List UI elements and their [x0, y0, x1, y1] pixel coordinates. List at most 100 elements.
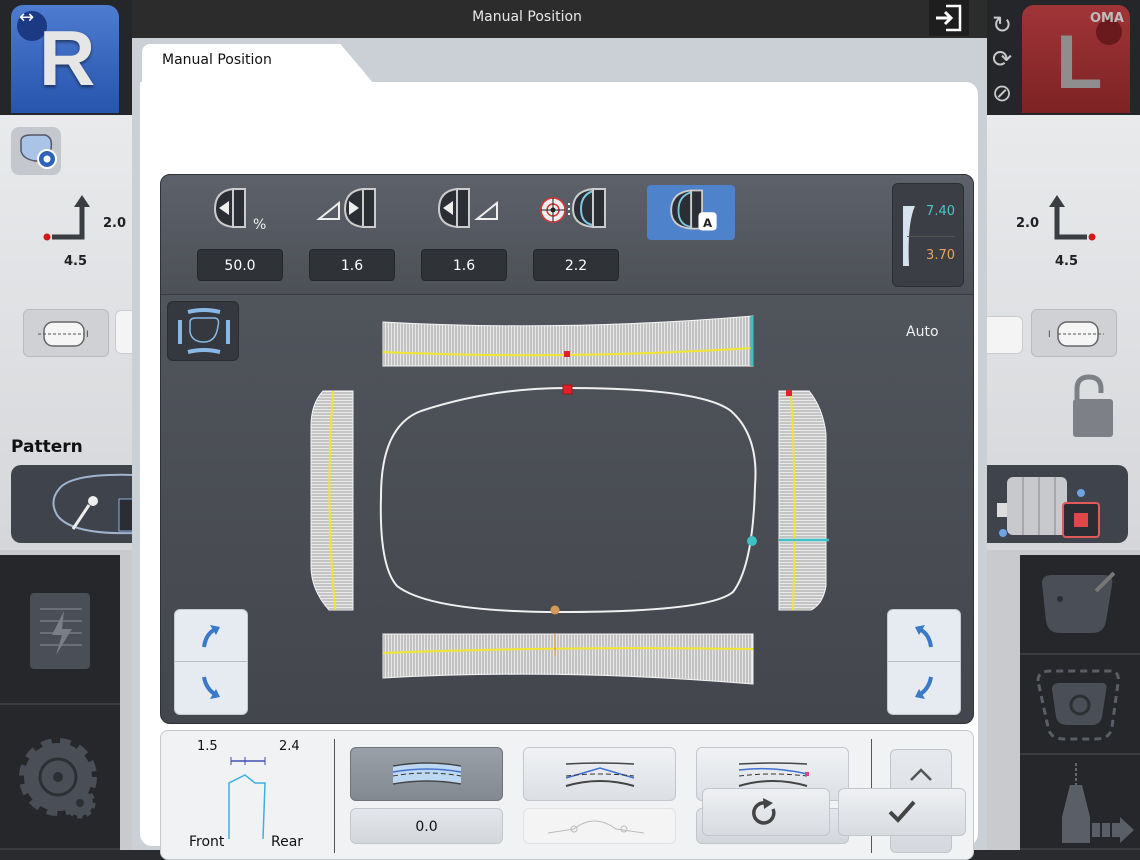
svg-text:%: %	[253, 217, 266, 233]
edge-bevel-icon	[738, 762, 809, 787]
left-offset-x: 4.5	[64, 254, 88, 269]
bevel-type-normal[interactable]	[350, 747, 503, 801]
swap-arrows-icon[interactable]: ↔	[19, 7, 34, 28]
reset-icon	[752, 798, 776, 825]
left-height-button[interactable]: I	[23, 309, 109, 357]
dialog-title: Manual Position	[472, 9, 582, 25]
offset-arrow-icon-right	[1049, 195, 1096, 241]
no-rotate-icon[interactable]: ⊘	[985, 76, 1019, 110]
quick-job-button[interactable]	[0, 555, 120, 705]
tool-arrow-icon	[1062, 763, 1134, 843]
flip-icon[interactable]: ↻	[985, 8, 1019, 42]
pattern-tracer-icon	[52, 473, 136, 535]
bevel-percent-icon: %	[213, 187, 266, 233]
rear-label: Rear	[271, 834, 304, 850]
thickness-indicator: 7.40 3.70	[892, 183, 964, 287]
outline-bottom-marker	[550, 605, 560, 615]
thickness-divider	[907, 236, 955, 237]
tool-bevel-percent[interactable]: %	[197, 183, 289, 233]
top-marker	[564, 351, 570, 357]
bevel-percent-value[interactable]: 50.0	[197, 249, 283, 281]
right-height-button[interactable]: I	[1031, 309, 1117, 357]
svg-text:I: I	[1048, 330, 1051, 340]
bevel-front-icon	[316, 187, 376, 229]
rotate-cw-down-button[interactable]	[175, 662, 247, 714]
bevel-toolbar: % 50.0 1.6 1.6 2.2 A 7.40 3.70	[161, 175, 973, 295]
tool-eject-button[interactable]	[1020, 755, 1140, 850]
rear-thickness: 3.70	[926, 248, 955, 263]
rotate-ccw-up-button[interactable]	[888, 610, 960, 662]
manual-position-dialog: Manual Position Manual Position % 50.0 1…	[132, 0, 987, 860]
divider	[334, 739, 335, 853]
dialog-titlebar: Manual Position	[132, 0, 987, 38]
exit-button[interactable]	[929, 0, 969, 36]
right-eye-label: R	[39, 14, 96, 102]
right-rotate-control	[887, 609, 961, 715]
settings-button[interactable]	[0, 705, 120, 850]
rotate-cw-up-button[interactable]	[175, 610, 247, 662]
outline-top-marker	[562, 384, 573, 395]
tool-bevel-auto[interactable]: A	[647, 185, 735, 240]
pattern-button[interactable]	[11, 465, 136, 543]
peak-bevel-curve	[523, 808, 676, 844]
spindle-icon	[997, 477, 1100, 538]
peak-curve-icon	[547, 820, 645, 834]
confirm-button[interactable]	[838, 788, 966, 836]
right-offset-y: 2.0	[1016, 216, 1040, 231]
normal-bevel-icon	[392, 762, 461, 785]
tool-bevel-rear[interactable]	[421, 183, 513, 233]
pattern-label: Pattern	[11, 437, 83, 457]
bevel-rear-value[interactable]: 1.6	[421, 249, 507, 281]
bevel-type-peak[interactable]	[523, 747, 676, 801]
spindle-stop-button[interactable]	[985, 465, 1128, 543]
right-input-edge[interactable]	[985, 316, 1023, 354]
lens-shape-button[interactable]	[11, 127, 61, 175]
check-icon	[888, 800, 916, 823]
bevel-dimension-info: 1.5 2.4 Front Rear	[161, 731, 331, 859]
bevel-front-value[interactable]: 1.6	[309, 249, 395, 281]
lens-height-icon: I	[38, 321, 89, 347]
tool-bevel-target[interactable]	[533, 183, 625, 233]
right-eye-button[interactable]: ↔ R	[11, 5, 119, 113]
chevron-up-icon	[910, 768, 932, 781]
drill-hole-button[interactable]	[1020, 655, 1140, 755]
front-thickness: 7.40	[926, 204, 955, 219]
settings-gear-icon	[19, 738, 97, 819]
bevel-rear-icon	[437, 187, 498, 229]
right-top-marker	[786, 390, 792, 396]
reset-button[interactable]	[702, 788, 830, 836]
outline-right-marker	[747, 536, 757, 546]
lens-drawing[interactable]	[161, 296, 973, 724]
rear-distance: 2.4	[279, 739, 300, 754]
curved-arrow-down-icon	[202, 676, 220, 699]
left-eye-button[interactable]: OMA L	[1022, 5, 1130, 113]
left-rotate-control	[174, 609, 248, 715]
front-distance: 1.5	[197, 739, 218, 754]
lens-shape-canvas[interactable]: Auto	[161, 296, 973, 724]
bevel-profile-diagram	[228, 757, 266, 839]
peak-bevel-icon	[565, 762, 634, 787]
mode-icons: ↻ ⟳ ⊘	[985, 8, 1019, 110]
right-offset-x: 4.5	[1055, 254, 1079, 269]
lens-outline	[379, 386, 757, 614]
curved-arrow-up-left-icon	[915, 624, 933, 647]
bottom-bevel-profile	[382, 633, 754, 685]
exit-icon	[936, 4, 962, 32]
tab-manual-position[interactable]: Manual Position	[142, 44, 342, 84]
offset-arrow-icon	[43, 195, 90, 241]
frame-resize-icon	[1042, 571, 1116, 633]
tool-bevel-front[interactable]	[309, 183, 401, 233]
curved-arrow-down-left-icon	[915, 676, 933, 699]
rotate-ccw-down-button[interactable]	[888, 662, 960, 714]
normal-bevel-value[interactable]: 0.0	[350, 808, 503, 844]
svg-text:I: I	[86, 330, 89, 340]
job-list-icon	[30, 593, 90, 669]
auto-bevel-icon: A	[670, 189, 717, 231]
bevel-target-value[interactable]: 2.2	[533, 249, 619, 281]
drill-frame-icon	[1036, 669, 1120, 741]
tab-label: Manual Position	[162, 52, 272, 68]
lens-height-icon: I	[1048, 321, 1104, 347]
unlock-icon[interactable]	[1071, 373, 1115, 439]
rotate-icon[interactable]: ⟳	[985, 42, 1019, 76]
frame-size-button[interactable]	[1020, 555, 1140, 655]
